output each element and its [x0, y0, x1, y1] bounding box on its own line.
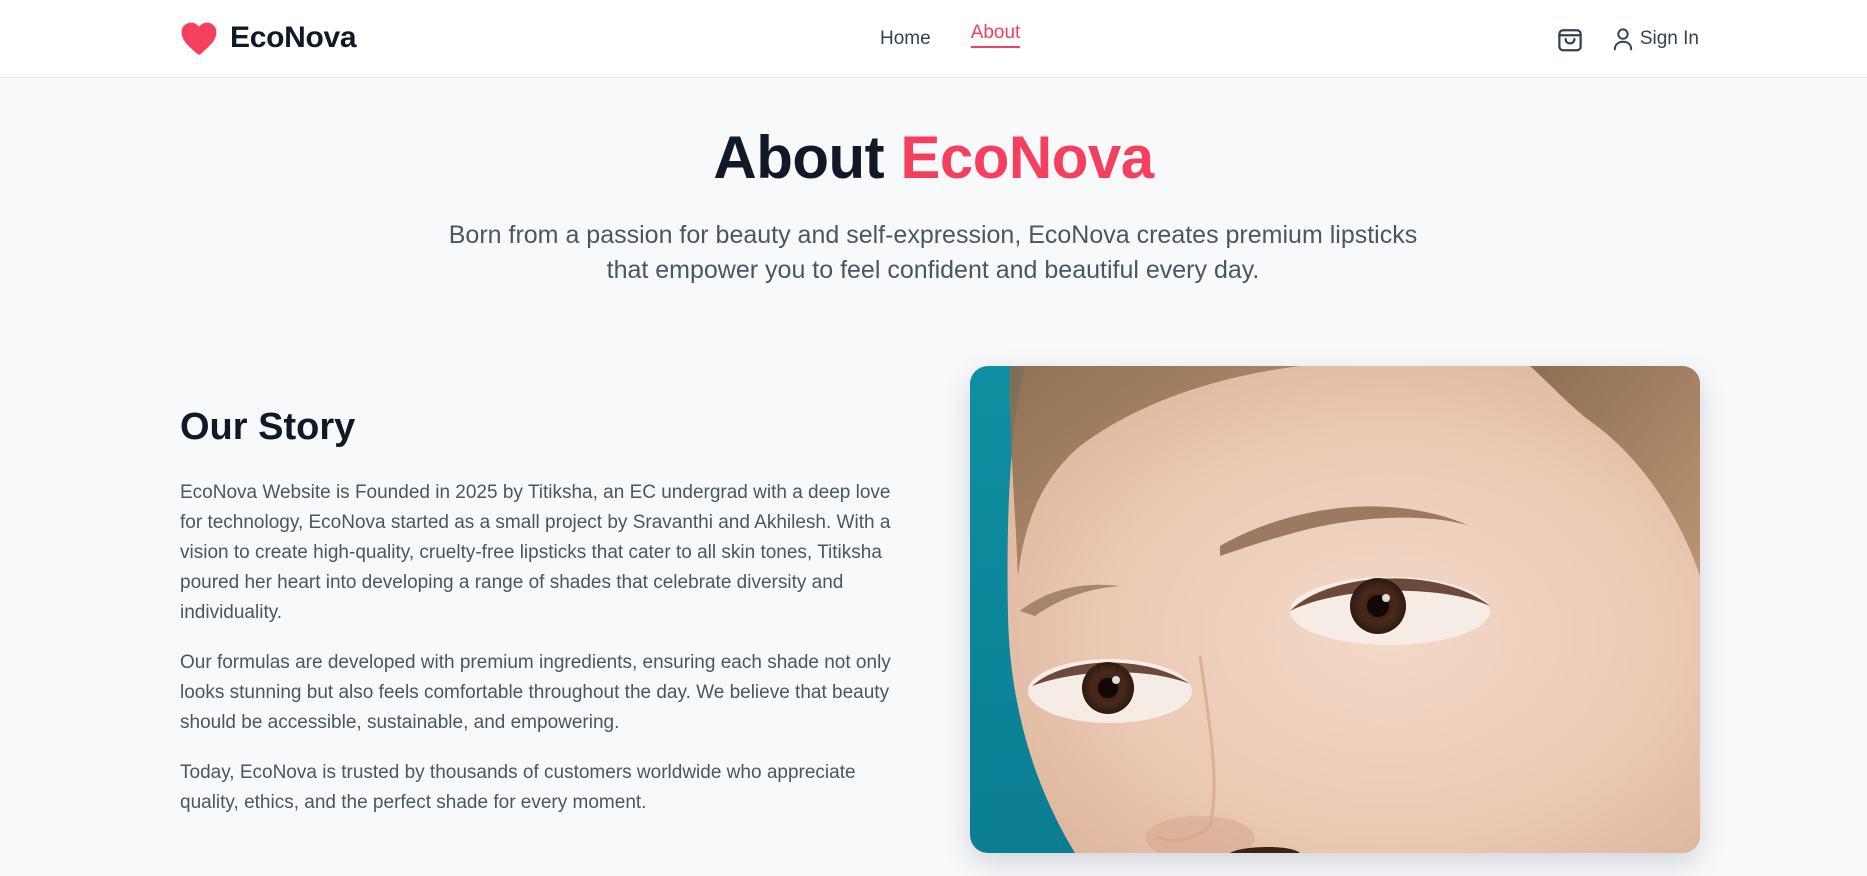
story-paragraph-3: Today, EcoNova is trusted by thousands o… — [180, 762, 856, 813]
nav-link-home[interactable]: Home — [880, 22, 931, 50]
nav-link-about[interactable]: About — [970, 22, 1021, 48]
sign-in-label: Sign In — [1639, 28, 1699, 49]
shopping-bag-icon — [1555, 24, 1585, 54]
page-title-brand: EcoNova — [900, 124, 1154, 191]
story-heading: Our Story — [180, 406, 356, 448]
page-title-part1: About — [713, 124, 885, 191]
page-subtitle-line2: that empower you to feel confident and b… — [606, 256, 1260, 284]
sign-in-button[interactable]: Sign In — [1612, 27, 1699, 51]
page-subtitle: Born from a passion for beauty and self-… — [433, 218, 1433, 288]
main-nav: Home About — [880, 22, 1021, 54]
nav-actions: Sign In — [1554, 20, 1699, 58]
story-paragraph-1: EcoNova Website is Founded in 2025 by Ti… — [180, 482, 891, 623]
page-title: About EcoNova — [0, 122, 1867, 194]
brand-logo-link[interactable]: EcoNova — [180, 18, 357, 58]
cart-button[interactable] — [1554, 23, 1586, 55]
top-navbar: EcoNova Home About Sign In — [0, 0, 1867, 78]
story-paragraph-2: Our formulas are developed with premium … — [180, 652, 891, 733]
brand-name: EcoNova — [230, 21, 357, 54]
story-body: EcoNova Website is Founded in 2025 by Ti… — [180, 478, 910, 838]
user-icon — [1612, 27, 1634, 51]
heart-icon — [180, 20, 218, 56]
story-image — [970, 366, 1700, 853]
page-subtitle-line1: Born from a passion for beauty and self-… — [448, 221, 1418, 249]
